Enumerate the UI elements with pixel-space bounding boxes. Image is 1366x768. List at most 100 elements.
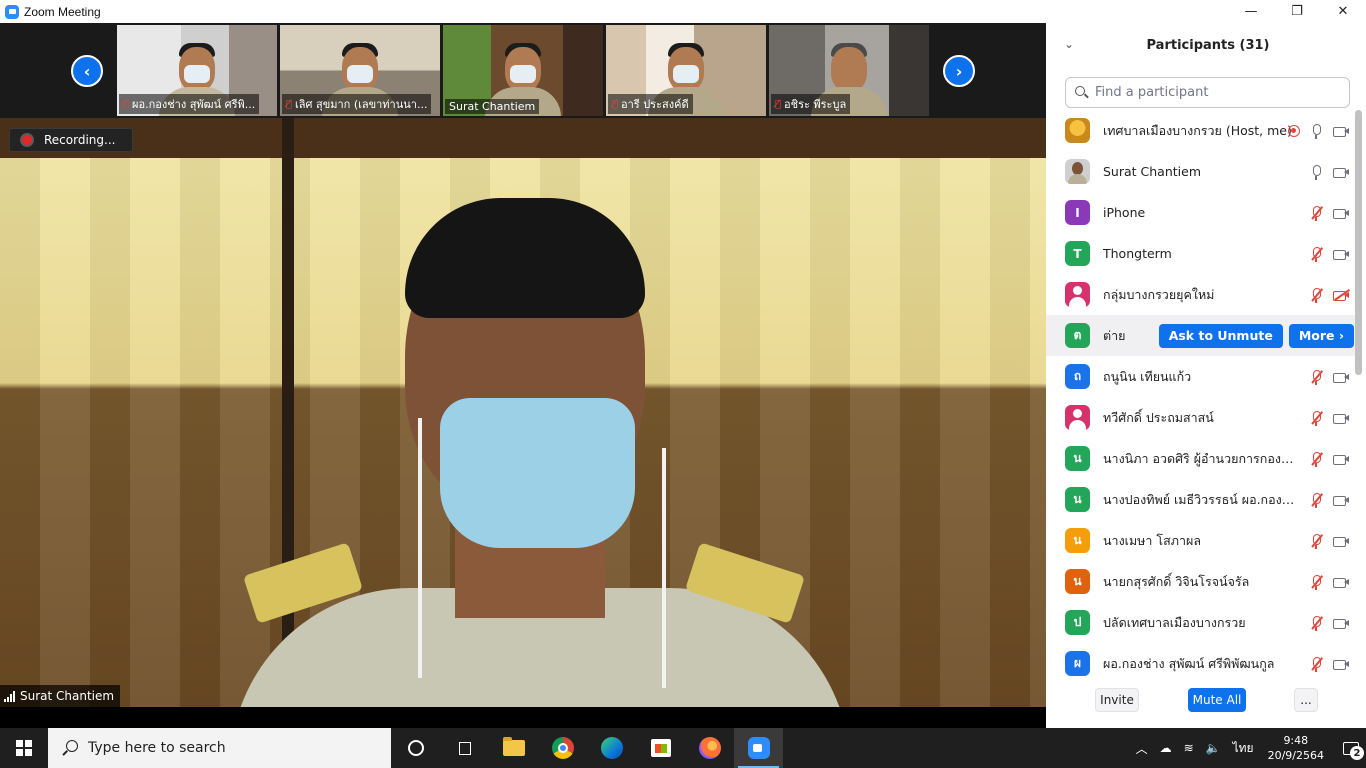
camera-icon[interactable] — [1332, 369, 1350, 385]
mic-muted-icon[interactable] — [1308, 246, 1324, 262]
participant-row[interactable]: น นางนิภา อวดศิริ ผู้อำนวยการกองคลัง — [1046, 438, 1356, 479]
cortana-button[interactable] — [391, 728, 440, 768]
clock[interactable]: 9:48 20/9/2564 — [1268, 733, 1324, 763]
participant-avatar: ต — [1065, 323, 1090, 348]
camera-icon[interactable] — [1332, 451, 1350, 467]
participant-row[interactable]: เทศบาลเมืองบางกรวย (Host, me) — [1046, 110, 1356, 151]
participant-row[interactable]: ต ต่าย Ask to Unmute More › — [1046, 315, 1356, 356]
mic-muted-icon[interactable] — [1308, 574, 1324, 590]
thumbnail-face — [831, 47, 867, 91]
search-icon — [62, 740, 78, 756]
minimize-button[interactable]: — — [1228, 0, 1274, 23]
language-indicator[interactable]: ไทย — [1233, 739, 1254, 758]
participant-row[interactable]: น นางเมษา โสภาผล — [1046, 520, 1356, 561]
camera-icon[interactable] — [1332, 615, 1350, 631]
participant-row[interactable]: T Thongterm — [1046, 233, 1356, 274]
speaker-name-label: Surat Chantiem — [0, 685, 121, 707]
participant-list-scrollbar[interactable] — [1355, 110, 1362, 375]
invite-button[interactable]: Invite — [1095, 688, 1139, 712]
background-pole — [282, 118, 294, 707]
mic-muted-icon[interactable] — [1308, 369, 1324, 385]
mic-muted-icon[interactable] — [1308, 533, 1324, 549]
ask-to-unmute-button[interactable]: Ask to Unmute — [1158, 323, 1283, 348]
speaker-name: Surat Chantiem — [20, 689, 115, 703]
participant-status-icons — [1308, 438, 1350, 479]
camera-icon[interactable] — [1332, 410, 1350, 426]
chrome-button[interactable] — [538, 728, 587, 768]
edge-button[interactable] — [587, 728, 636, 768]
store-button[interactable] — [636, 728, 685, 768]
participant-row[interactable]: IiPhone — [1046, 192, 1356, 233]
camera-icon[interactable] — [1332, 533, 1350, 549]
participant-row[interactable]: Surat Chantiem — [1046, 151, 1356, 192]
mic-icon[interactable] — [1308, 123, 1324, 139]
participant-row[interactable]: กลุ่มบางกรวยยุคใหม่ — [1046, 274, 1356, 315]
participant-search[interactable] — [1065, 77, 1350, 108]
chevron-down-icon[interactable]: ⌄ — [1064, 37, 1074, 51]
participant-row[interactable]: น นายกสุรศักดิ์ วิจินโรจน์จรัล — [1046, 561, 1356, 602]
video-thumbnail[interactable]: 🎙̸ ผอ.กองช่าง สุพัฒน์ ศรีพิ... — [117, 25, 277, 116]
participant-row[interactable]: น นางปองทิพย์ เมธีวิวรรธน์ ผอ.กองสวัส... — [1046, 479, 1356, 520]
recording-indicator[interactable]: Recording... — [9, 128, 133, 152]
start-button[interactable] — [0, 728, 48, 768]
prev-page-button[interactable]: ‹ — [71, 55, 103, 87]
cloud-icon[interactable]: ☁ — [1160, 741, 1172, 755]
title-bar: Zoom Meeting — ❐ ✕ — [0, 0, 1366, 23]
zoom-taskbar-button[interactable] — [734, 728, 783, 768]
participant-row[interactable]: ผ ผอ.กองช่าง สุพัฒน์ ศรีพิพัฒนกูล — [1046, 643, 1356, 676]
mic-icon[interactable] — [1308, 164, 1324, 180]
mute-all-button[interactable]: Mute All — [1188, 688, 1246, 712]
camera-icon[interactable] — [1332, 205, 1350, 221]
next-page-button[interactable]: › — [943, 55, 975, 87]
search-input[interactable] — [1095, 85, 1335, 100]
close-button[interactable]: ✕ — [1320, 0, 1366, 23]
mic-muted-icon[interactable] — [1308, 410, 1324, 426]
more-options-button[interactable]: ... — [1294, 688, 1318, 712]
participant-more-button[interactable]: More › — [1288, 323, 1354, 348]
participant-status-icons — [1308, 479, 1350, 520]
participant-name: Surat Chantiem — [1103, 164, 1202, 179]
participant-status-icons: Ask to Unmute More › — [1158, 315, 1354, 356]
camera-icon[interactable] — [1332, 574, 1350, 590]
mic-muted-icon[interactable] — [1308, 656, 1324, 672]
participant-name: Thongterm — [1103, 246, 1172, 261]
participant-row[interactable]: ทวีศักดิ์ ประถมสาสน์ — [1046, 397, 1356, 438]
participant-row[interactable]: ถ ถนูนิน เทียนแก้ว — [1046, 356, 1356, 397]
camera-icon[interactable] — [1332, 123, 1350, 139]
thumbnail-name: ผอ.กองช่าง สุพัฒน์ ศรีพิ... — [132, 98, 256, 111]
panel-footer: Invite Mute All ... — [1046, 688, 1366, 716]
mic-muted-icon[interactable] — [1308, 492, 1324, 508]
firefox-button[interactable] — [685, 728, 734, 768]
mic-muted-icon[interactable] — [1308, 205, 1324, 221]
video-thumbnail[interactable]: 🎙̸ อารี ประสงค์ดี — [606, 25, 766, 116]
chevron-up-icon[interactable]: ︿ — [1136, 740, 1148, 757]
camera-icon[interactable] — [1332, 246, 1350, 262]
camera-off-icon[interactable] — [1332, 287, 1350, 303]
task-view-button[interactable] — [440, 728, 489, 768]
video-thumbnail-active[interactable]: Surat Chantiem — [443, 25, 603, 116]
participant-row[interactable]: ป ปลัดเทศบาลเมืองบางกรวย — [1046, 602, 1356, 643]
folder-icon — [502, 737, 525, 756]
search-icon — [1075, 85, 1089, 100]
window-title: Zoom Meeting — [24, 4, 101, 19]
notification-center-button[interactable]: 2 — [1336, 728, 1366, 768]
video-thumbnail[interactable]: 🎙̸ อชิระ พีระบูล — [769, 25, 929, 116]
notification-count: 2 — [1350, 746, 1364, 760]
participant-status-icons — [1308, 192, 1350, 233]
camera-icon[interactable] — [1332, 492, 1350, 508]
camera-icon[interactable] — [1332, 164, 1350, 180]
mic-muted-icon[interactable] — [1308, 615, 1324, 631]
wifi-icon[interactable]: ≋ — [1184, 741, 1194, 755]
thumbnail-mask — [510, 65, 536, 83]
muted-mic-icon: 🎙̸ — [775, 98, 782, 110]
video-thumbnail[interactable]: 🎙̸ เลิศ สุขมาก (เลขาท่านนา... — [280, 25, 440, 116]
speaker-icon[interactable]: 🔈 — [1206, 741, 1221, 755]
taskbar-search[interactable]: Type here to search — [48, 728, 391, 768]
maximize-button[interactable]: ❐ — [1274, 0, 1320, 23]
window-controls: — ❐ ✕ — [1228, 0, 1366, 23]
mic-muted-icon[interactable] — [1308, 451, 1324, 467]
mic-muted-icon[interactable] — [1308, 287, 1324, 303]
file-explorer-button[interactable] — [489, 728, 538, 768]
camera-icon[interactable] — [1332, 656, 1350, 672]
participant-avatar: ถ — [1065, 364, 1090, 389]
